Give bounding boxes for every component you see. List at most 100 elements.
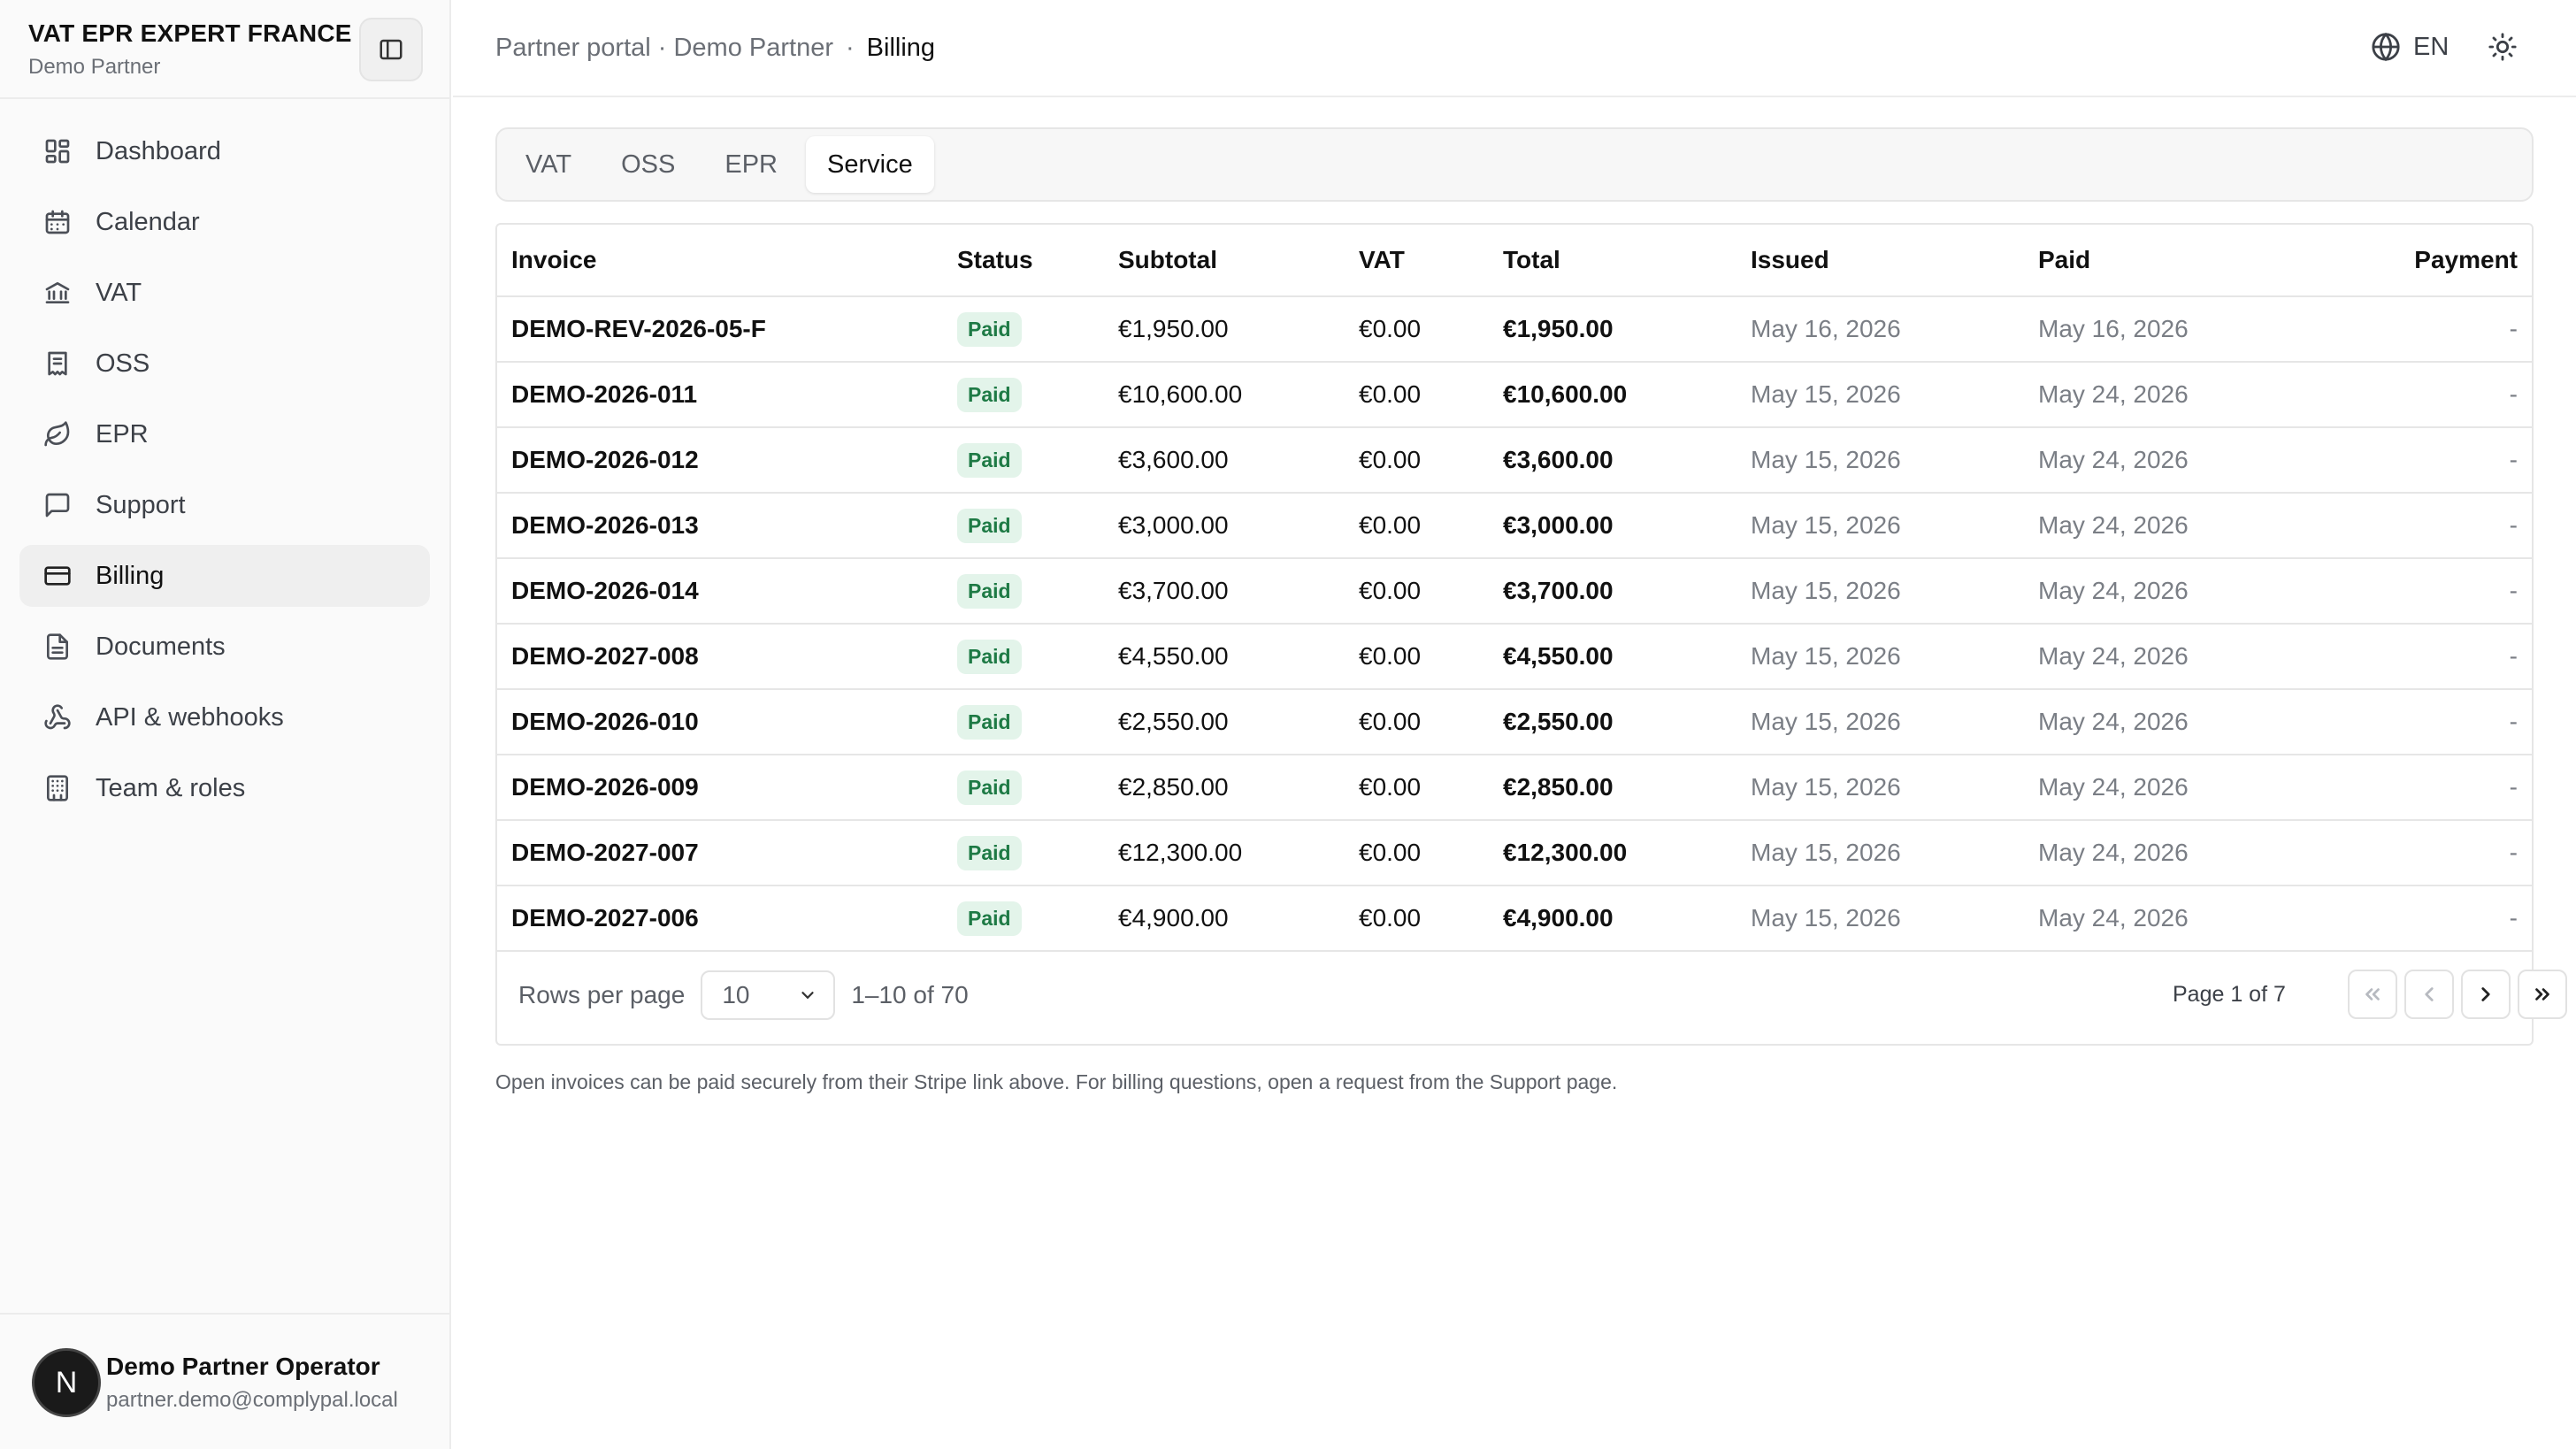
first-page-button[interactable] <box>2348 970 2397 1019</box>
paid-date-cell: May 24, 2026 <box>2038 820 2304 886</box>
sidebar-item-label: Documents <box>96 632 226 661</box>
tab-oss[interactable]: OSS <box>600 136 696 193</box>
status-cell: Paid <box>957 427 1118 494</box>
invoices-table: Invoice Status Subtotal VAT Total Issued… <box>497 225 2532 952</box>
paid-date-cell: May 24, 2026 <box>2038 362 2304 428</box>
previous-page-button[interactable] <box>2404 970 2454 1019</box>
user-name: Demo Partner Operator <box>106 1353 380 1380</box>
vat-cell: €0.00 <box>1359 296 1503 363</box>
rows-per-page-select[interactable]: 10 <box>701 970 836 1020</box>
table-row[interactable]: DEMO-2026-011 Paid €10,600.00 €0.00 €10,600.… <box>497 362 2532 428</box>
table-row[interactable]: DEMO-2027-008 Paid €4,550.00 €0.00 €4,550.00… <box>497 624 2532 690</box>
paid-date-cell: May 24, 2026 <box>2038 624 2304 690</box>
column-header-total[interactable]: Total <box>1503 225 1751 297</box>
sidebar-toggle-button[interactable] <box>359 18 423 81</box>
column-header-status[interactable]: Status <box>957 225 1118 297</box>
webhook-icon <box>42 702 73 732</box>
issued-date-cell: May 15, 2026 <box>1751 820 2038 886</box>
last-page-button[interactable] <box>2518 970 2567 1019</box>
status-badge: Paid <box>957 508 1022 543</box>
tab-epr[interactable]: EPR <box>703 136 799 193</box>
subtotal-cell: €1,950.00 <box>1118 296 1359 363</box>
language-switcher[interactable]: EN <box>2371 32 2449 62</box>
vat-cell: €0.00 <box>1359 755 1503 821</box>
invoice-cell: DEMO-2026-014 <box>497 558 957 625</box>
payment-cell: - <box>2304 689 2532 755</box>
tab-vat[interactable]: VAT <box>504 136 593 193</box>
sidebar-item-vat[interactable]: VAT <box>19 262 430 324</box>
table-row[interactable]: DEMO-2026-013 Paid €3,000.00 €0.00 €3,000.00… <box>497 493 2532 559</box>
status-badge: Paid <box>957 639 1022 674</box>
total-cell: €1,950.00 <box>1503 296 1751 363</box>
breadcrumb: Partner portal · Demo Partner · Billing <box>495 34 935 63</box>
issued-date-cell: May 15, 2026 <box>1751 624 2038 690</box>
user-info: Demo Partner Operator partner.demo@compl… <box>106 1353 398 1413</box>
issued-date-cell: May 15, 2026 <box>1751 886 2038 952</box>
sidebar-item-oss[interactable]: OSS <box>19 333 430 395</box>
next-page-button[interactable] <box>2461 970 2511 1019</box>
table-body: DEMO-REV-2026-05-F Paid €1,950.00 €0.00 €1,9… <box>497 296 2532 952</box>
status-cell: Paid <box>957 820 1118 886</box>
table-row[interactable]: DEMO-2026-009 Paid €2,850.00 €0.00 €2,850.00… <box>497 755 2532 821</box>
sidebar-nav: Dashboard Calendar VAT OSS EPR Support B… <box>19 120 430 828</box>
sidebar-item-label: Support <box>96 490 186 519</box>
paid-date-cell: May 24, 2026 <box>2038 755 2304 821</box>
vat-cell: €0.00 <box>1359 689 1503 755</box>
sidebar-item-dashboard[interactable]: Dashboard <box>19 120 430 182</box>
column-header-invoice[interactable]: Invoice <box>497 225 957 297</box>
vat-cell: €0.00 <box>1359 427 1503 494</box>
vat-cell: €0.00 <box>1359 558 1503 625</box>
language-label: EN <box>2413 32 2450 61</box>
invoice-cell: DEMO-2027-007 <box>497 820 957 886</box>
user-menu[interactable]: N Demo Partner Operator partner.demo@com… <box>32 1348 398 1417</box>
table-row[interactable]: DEMO-2027-006 Paid €4,900.00 €0.00 €4,900.00… <box>497 886 2532 952</box>
table-row[interactable]: DEMO-2026-012 Paid €3,600.00 €0.00 €3,600.00… <box>497 427 2532 494</box>
sidebar-item-epr[interactable]: EPR <box>19 403 430 465</box>
invoice-cell: DEMO-2026-013 <box>497 493 957 559</box>
sidebar-item-api-webhooks[interactable]: API & webhooks <box>19 686 430 748</box>
vat-cell: €0.00 <box>1359 493 1503 559</box>
tab-service[interactable]: Service <box>806 136 934 193</box>
sidebar-item-team-roles[interactable]: Team & roles <box>19 757 430 819</box>
vat-cell: €0.00 <box>1359 624 1503 690</box>
rows-per-page-label: Rows per page <box>518 981 686 1008</box>
payment-cell: - <box>2304 362 2532 428</box>
table-row[interactable]: DEMO-2026-010 Paid €2,550.00 €0.00 €2,550.00… <box>497 689 2532 755</box>
status-badge: Paid <box>957 704 1022 740</box>
table-row[interactable]: DEMO-2027-007 Paid €12,300.00 €0.00 €12,300.… <box>497 820 2532 886</box>
payment-cell: - <box>2304 493 2532 559</box>
top-bar: Partner portal · Demo Partner · Billing … <box>453 0 2576 97</box>
sidebar-item-calendar[interactable]: Calendar <box>19 191 430 253</box>
paid-date-cell: May 24, 2026 <box>2038 558 2304 625</box>
chevron-right-icon <box>2481 987 2490 1001</box>
issued-date-cell: May 15, 2026 <box>1751 558 2038 625</box>
column-header-subtotal[interactable]: Subtotal <box>1118 225 1359 297</box>
status-badge: Paid <box>957 573 1022 609</box>
total-cell: €2,850.00 <box>1503 755 1751 821</box>
payment-cell: - <box>2304 820 2532 886</box>
row-range: 1–10 of 70 <box>851 981 969 1008</box>
subtotal-cell: €2,850.00 <box>1118 755 1359 821</box>
chevrons-right-icon <box>2535 988 2549 1000</box>
sidebar-item-label: API & webhooks <box>96 702 284 732</box>
column-header-paid[interactable]: Paid <box>2038 225 2304 297</box>
sidebar-item-billing[interactable]: Billing <box>19 545 430 607</box>
total-cell: €4,900.00 <box>1503 886 1751 952</box>
subtotal-cell: €3,600.00 <box>1118 427 1359 494</box>
subtotal-cell: €4,900.00 <box>1118 886 1359 952</box>
breadcrumb-root[interactable]: Partner portal · Demo Partner <box>495 34 833 63</box>
payment-cell: - <box>2304 886 2532 952</box>
issued-date-cell: May 15, 2026 <box>1751 755 2038 821</box>
table-row[interactable]: DEMO-REV-2026-05-F Paid €1,950.00 €0.00 €1,9… <box>497 296 2532 363</box>
column-header-payment[interactable]: Payment <box>2304 225 2532 297</box>
subtotal-cell: €10,600.00 <box>1118 362 1359 428</box>
sidebar-item-label: OSS <box>96 349 150 378</box>
sidebar-item-support[interactable]: Support <box>19 474 430 536</box>
theme-toggle-button[interactable] <box>2488 32 2519 64</box>
sidebar-item-documents[interactable]: Documents <box>19 616 430 678</box>
paid-date-cell: May 24, 2026 <box>2038 427 2304 494</box>
sidebar-footer-divider <box>0 1313 449 1315</box>
column-header-vat[interactable]: VAT <box>1359 225 1503 297</box>
table-row[interactable]: DEMO-2026-014 Paid €3,700.00 €0.00 €3,700.00… <box>497 558 2532 625</box>
column-header-issued[interactable]: Issued <box>1751 225 2038 297</box>
